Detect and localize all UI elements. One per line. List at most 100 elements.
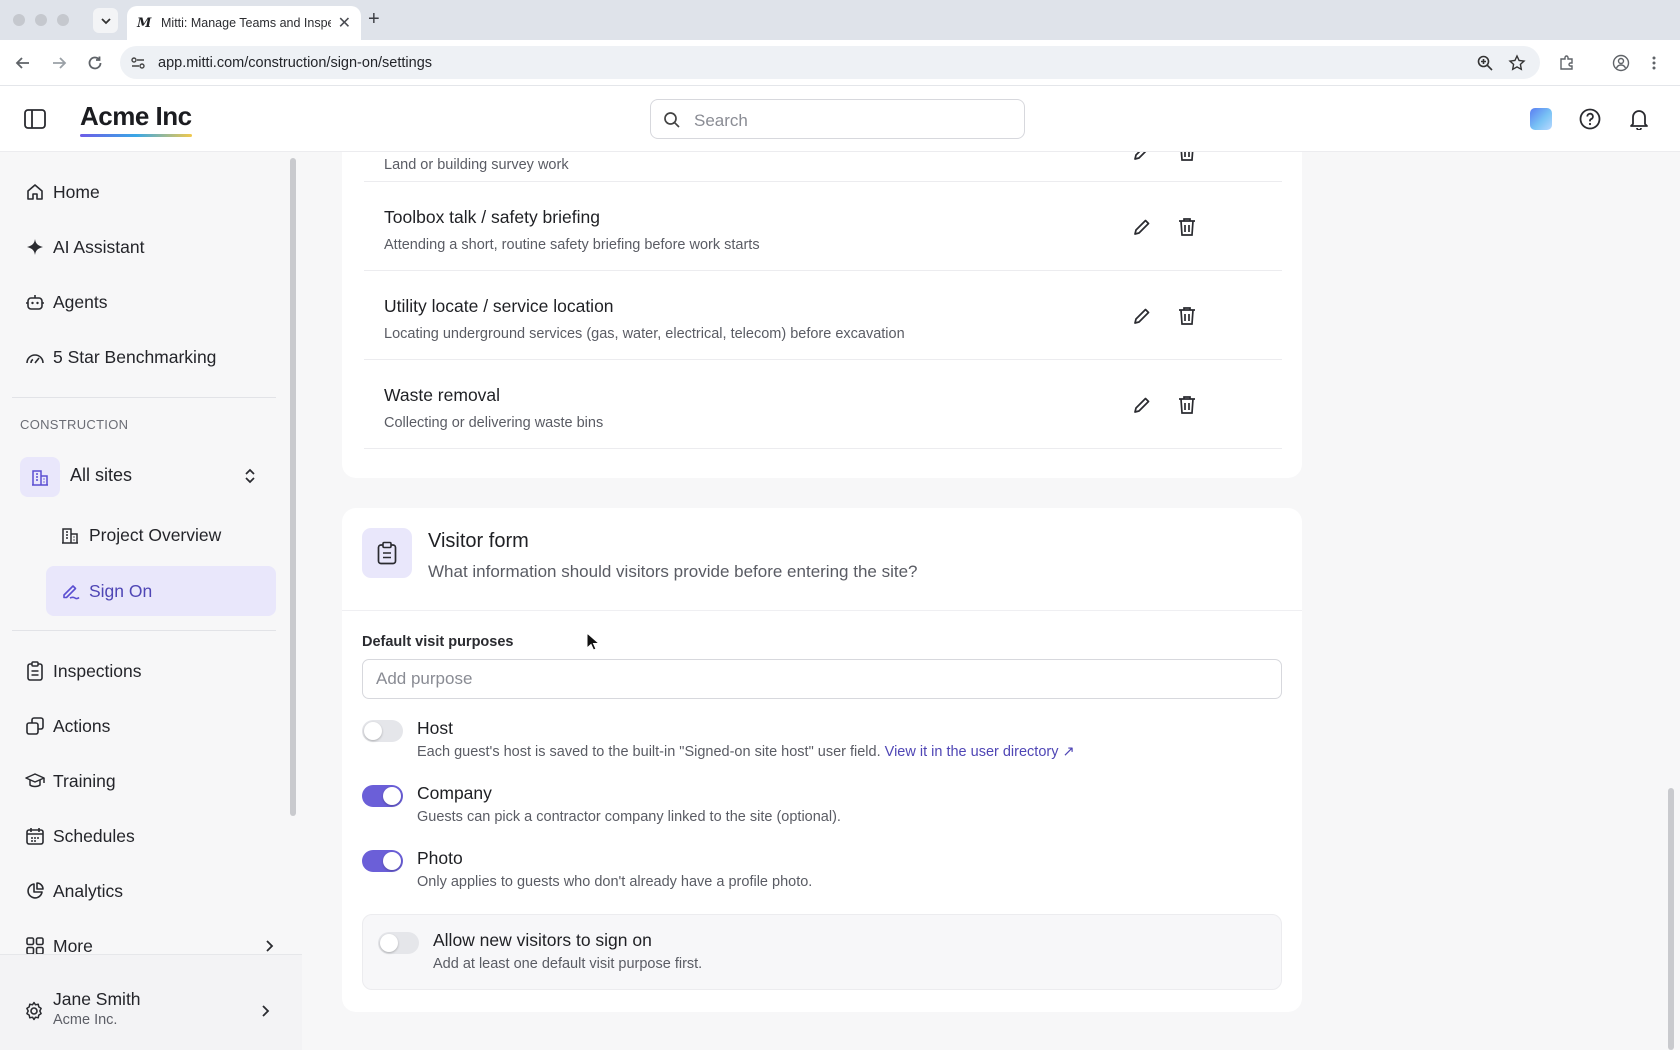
sidebar-item-project-overview[interactable]: Project Overview bbox=[46, 510, 276, 560]
reload-icon[interactable] bbox=[86, 54, 104, 72]
user-name: Jane Smith bbox=[53, 989, 141, 1009]
window-minimize-dot[interactable] bbox=[35, 14, 47, 26]
search-placeholder: Search bbox=[694, 111, 748, 130]
sidebar-item-label: Sign On bbox=[89, 580, 153, 601]
trash-icon[interactable] bbox=[1178, 217, 1196, 237]
sidebar-item-label: Project Overview bbox=[89, 524, 222, 545]
sidebar-toggle-icon[interactable] bbox=[24, 109, 46, 129]
sidebar-item-agents[interactable]: Agents bbox=[25, 280, 275, 324]
allow-new-visitors-desc: Add at least one default visit purpose f… bbox=[433, 956, 703, 972]
ai-gem-icon[interactable] bbox=[1530, 108, 1552, 130]
pencil-icon[interactable] bbox=[1132, 395, 1152, 415]
sidebar-item-schedules[interactable]: Schedules bbox=[25, 814, 275, 858]
search-icon bbox=[664, 112, 680, 128]
host-option-desc: Each guest's host is saved to the built-… bbox=[417, 744, 1075, 760]
user-menu[interactable]: Jane Smith Acme Inc. bbox=[0, 954, 302, 1050]
visit-purposes-card: Land or building survey work Toolbox tal… bbox=[342, 152, 1302, 478]
sidebar-item-ai-assistant[interactable]: AI Assistant bbox=[25, 225, 275, 269]
section-label-construction: CONSTRUCTION bbox=[20, 417, 129, 432]
photo-toggle[interactable] bbox=[362, 850, 403, 872]
user-org: Acme Inc. bbox=[53, 1012, 118, 1028]
sidebar-item-label: Schedules bbox=[53, 825, 135, 846]
trash-icon[interactable] bbox=[1178, 152, 1196, 162]
window-zoom-dot[interactable] bbox=[57, 14, 69, 26]
zoom-icon[interactable] bbox=[1476, 54, 1494, 72]
default-purposes-label: Default visit purposes bbox=[362, 634, 514, 650]
sidebar-item-label: Analytics bbox=[53, 880, 124, 901]
tab-search-button[interactable] bbox=[93, 8, 118, 33]
calendar-icon bbox=[26, 828, 44, 845]
sidebar-scrollbar[interactable] bbox=[290, 158, 296, 816]
gear-icon bbox=[26, 1001, 42, 1021]
actions-icon bbox=[26, 717, 44, 735]
search-bar[interactable]: Search bbox=[650, 99, 1025, 139]
pencil-icon[interactable] bbox=[1132, 306, 1152, 326]
visitor-form-card: Visitor form What information should vis… bbox=[342, 508, 1302, 1012]
close-icon[interactable]: ✕ bbox=[338, 13, 351, 33]
pencil-icon[interactable] bbox=[1132, 152, 1152, 162]
add-purpose-input[interactable] bbox=[362, 659, 1282, 699]
clipboard-icon bbox=[27, 661, 43, 681]
host-option-title: Host bbox=[417, 718, 453, 738]
address-bar: app.mitti.com/construction/sign-on/setti… bbox=[0, 40, 1680, 86]
company-option-title: Company bbox=[417, 783, 492, 803]
app-header: Acme Inc Search bbox=[0, 86, 1680, 152]
kebab-icon[interactable] bbox=[1650, 54, 1658, 72]
main-content: Land or building survey work Toolbox tal… bbox=[302, 152, 1680, 1050]
profile-icon[interactable] bbox=[1612, 54, 1630, 72]
star-icon[interactable] bbox=[1508, 54, 1526, 72]
favicon: M bbox=[137, 15, 152, 31]
browser-tab[interactable]: M Mitti: Manage Teams and Inspections ✕ bbox=[127, 6, 361, 40]
sidebar-item-benchmarking[interactable]: 5 Star Benchmarking bbox=[25, 335, 275, 379]
purpose-desc: Attending a short, routine safety briefi… bbox=[384, 237, 760, 253]
site-selector[interactable]: All sites bbox=[70, 465, 132, 486]
visitor-form-subtitle: What information should visitors provide… bbox=[428, 562, 918, 581]
sidebar-item-training[interactable]: Training bbox=[25, 759, 275, 803]
sidebar-item-label: Agents bbox=[53, 291, 108, 312]
sidebar-item-home[interactable]: Home bbox=[25, 170, 275, 214]
plus-icon[interactable]: + bbox=[368, 8, 380, 31]
forward-icon[interactable] bbox=[50, 54, 68, 72]
back-icon[interactable] bbox=[14, 54, 32, 72]
main-scrollbar[interactable] bbox=[1668, 788, 1674, 1050]
user-directory-link[interactable]: View it in the user directory ↗ bbox=[885, 744, 1075, 760]
sidebar-item-label: Inspections bbox=[53, 660, 142, 681]
trash-icon[interactable] bbox=[1178, 306, 1196, 326]
chevron-right-icon bbox=[266, 940, 274, 952]
trash-icon[interactable] bbox=[1178, 395, 1196, 415]
sidebar-item-actions[interactable]: Actions bbox=[25, 704, 275, 748]
bell-icon[interactable] bbox=[1629, 108, 1649, 130]
card-divider bbox=[342, 610, 1302, 611]
grid-icon bbox=[26, 937, 44, 955]
host-toggle[interactable] bbox=[362, 720, 403, 742]
pie-chart-icon bbox=[27, 882, 44, 899]
sidebar-item-inspections[interactable]: Inspections bbox=[25, 649, 275, 693]
pencil-icon[interactable] bbox=[1132, 217, 1152, 237]
site-settings-icon[interactable] bbox=[130, 55, 146, 71]
list-item: Toolbox talk / safety briefing Attending… bbox=[364, 182, 1282, 271]
window-close-dot[interactable] bbox=[13, 14, 25, 26]
list-item: Land or building survey work bbox=[364, 152, 1282, 182]
mouse-cursor-icon bbox=[586, 632, 600, 651]
clipboard-icon bbox=[377, 541, 397, 565]
sidebar-item-analytics[interactable]: Analytics bbox=[25, 869, 275, 913]
visitor-form-icon-box bbox=[362, 528, 412, 578]
allow-new-visitors-toggle[interactable] bbox=[378, 932, 419, 954]
signature-icon bbox=[63, 585, 80, 600]
purpose-desc: Collecting or delivering waste bins bbox=[384, 415, 604, 431]
sidebar-divider bbox=[12, 630, 276, 631]
sidebar-item-label: 5 Star Benchmarking bbox=[53, 346, 217, 367]
help-icon[interactable] bbox=[1579, 108, 1601, 130]
sidebar-item-label: AI Assistant bbox=[53, 236, 145, 257]
extensions-icon[interactable] bbox=[1558, 54, 1576, 72]
logo[interactable]: Acme Inc bbox=[80, 101, 192, 132]
graduation-cap-icon bbox=[25, 773, 45, 788]
list-item: Waste removal Collecting or delivering w… bbox=[364, 360, 1282, 449]
company-toggle[interactable] bbox=[362, 785, 403, 807]
chevron-up-down-icon[interactable] bbox=[243, 467, 257, 485]
sidebar-item-sign-on[interactable]: Sign On bbox=[46, 566, 276, 616]
tab-title: Mitti: Manage Teams and Inspections bbox=[161, 16, 331, 30]
url-text[interactable]: app.mitti.com/construction/sign-on/setti… bbox=[158, 55, 432, 71]
purpose-title: Waste removal bbox=[384, 385, 501, 405]
site-selector-icon-box[interactable] bbox=[20, 457, 60, 497]
